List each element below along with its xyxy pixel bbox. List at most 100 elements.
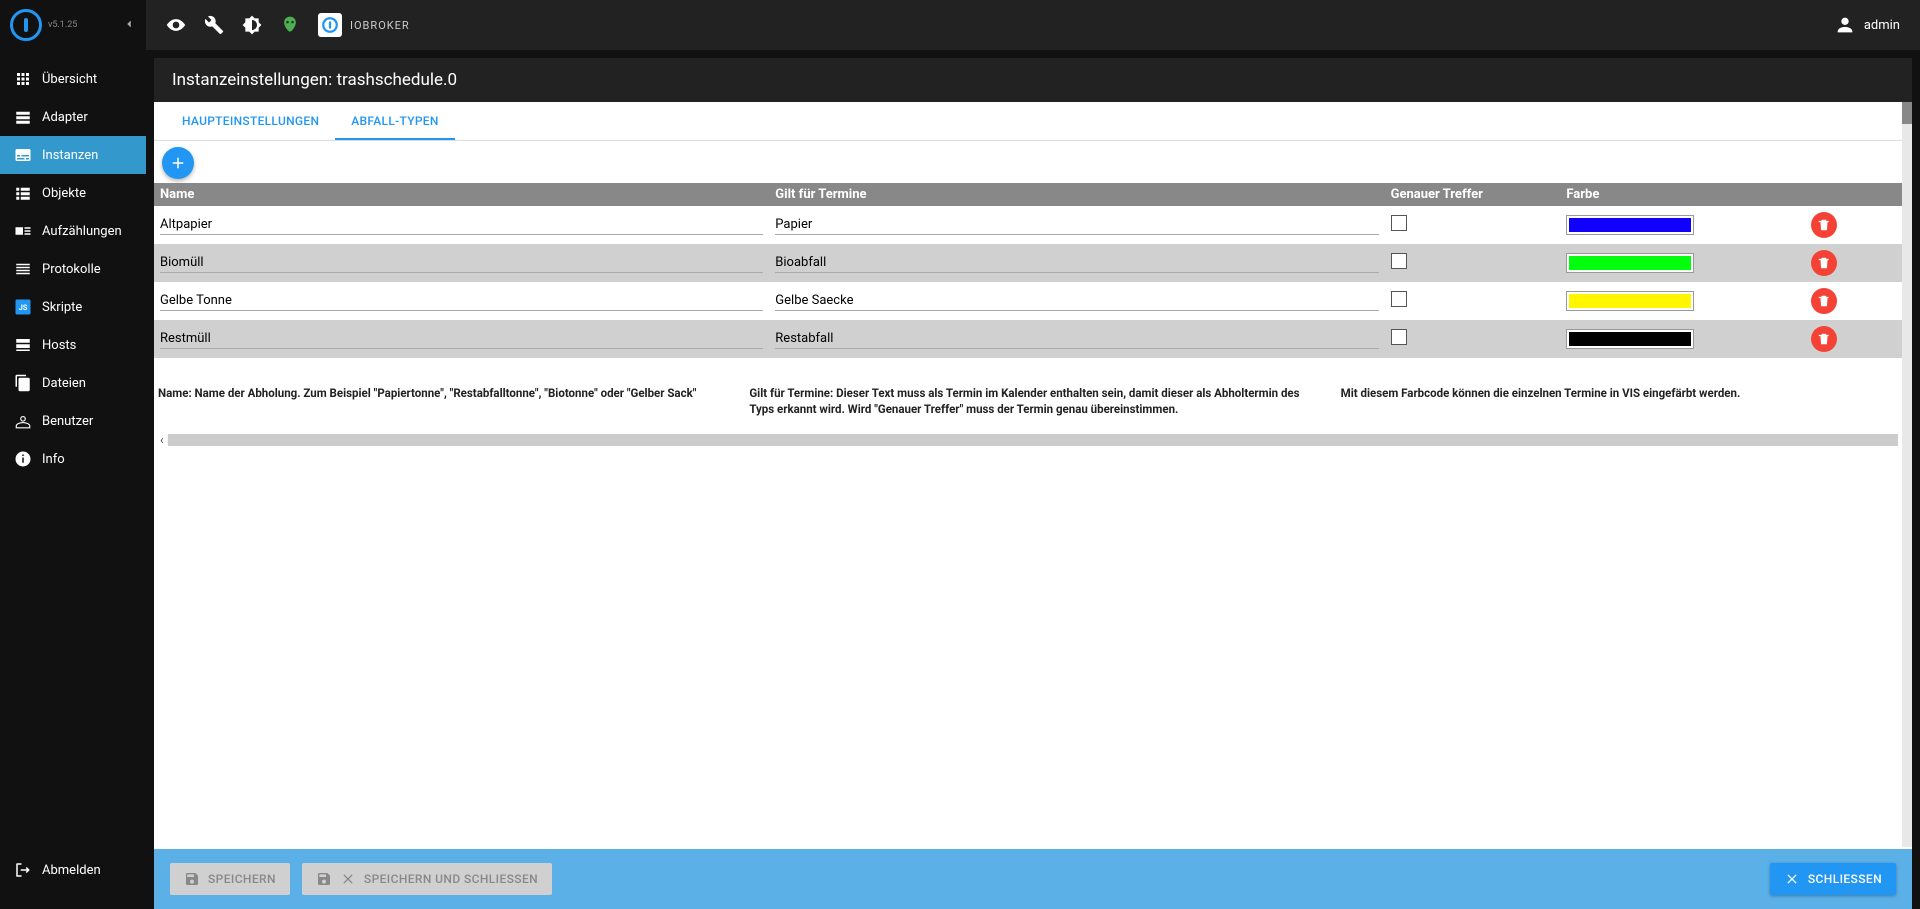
th-actions xyxy=(1736,183,1912,206)
save-close-button[interactable]: SPEICHERN UND SCHLIESSEN xyxy=(302,863,552,895)
scroll-left-icon[interactable]: ‹ xyxy=(156,433,168,447)
tab-trash-types[interactable]: ABFALL-TYPEN xyxy=(335,102,454,140)
scroll-track[interactable] xyxy=(168,434,1899,446)
scroll-thumb[interactable] xyxy=(1902,102,1912,124)
info-icon xyxy=(14,450,32,468)
delete-row-button[interactable] xyxy=(1811,212,1837,238)
nav-item-info[interactable]: Info xyxy=(0,440,146,478)
plus-icon xyxy=(169,154,187,172)
color-picker[interactable] xyxy=(1566,253,1694,273)
color-picker[interactable] xyxy=(1566,291,1694,311)
iobroker-logo[interactable]: IOBROKER xyxy=(318,13,410,37)
sidebar: v5.1.25 Übersicht Adapter Instanzen Obje… xyxy=(0,0,146,909)
th-match: Gilt für Termine xyxy=(769,183,1384,206)
save-button[interactable]: SPEICHERN xyxy=(170,863,290,895)
nav-label: Protokolle xyxy=(42,262,101,277)
match-input[interactable] xyxy=(775,291,1378,311)
close-icon xyxy=(1784,871,1800,887)
nav-label: Dateien xyxy=(42,376,86,391)
delete-row-button[interactable] xyxy=(1811,288,1837,314)
person-icon xyxy=(1834,14,1856,36)
match-input[interactable] xyxy=(775,215,1378,235)
horizontal-scrollbar[interactable]: ‹ › xyxy=(156,433,1910,447)
close-button[interactable]: SCHLIESSEN xyxy=(1770,863,1896,895)
nav-item-files[interactable]: Dateien xyxy=(0,364,146,402)
th-exact: Genauer Treffer xyxy=(1385,183,1561,206)
nav-label: Instanzen xyxy=(42,148,98,163)
exact-checkbox[interactable] xyxy=(1391,291,1407,307)
nav-item-logout[interactable]: Abmelden xyxy=(0,851,146,889)
nav-label: Übersicht xyxy=(42,72,97,87)
nav-item-objects[interactable]: Objekte xyxy=(0,174,146,212)
js-icon: JS xyxy=(14,298,32,316)
nav-item-overview[interactable]: Übersicht xyxy=(0,60,146,98)
exact-checkbox[interactable] xyxy=(1391,253,1407,269)
trash-icon xyxy=(1817,294,1831,308)
build-icon[interactable] xyxy=(204,15,224,35)
name-input[interactable] xyxy=(160,291,763,311)
color-picker[interactable] xyxy=(1566,215,1694,235)
nav-item-instances[interactable]: Instanzen xyxy=(0,136,146,174)
nav-item-enums[interactable]: Aufzählungen xyxy=(0,212,146,250)
user-menu[interactable]: admin xyxy=(1834,14,1900,36)
panel-title: Instanzeinstellungen: trashschedule.0 xyxy=(154,58,1912,102)
exact-checkbox[interactable] xyxy=(1391,215,1407,231)
save-icon xyxy=(316,871,332,887)
nav-label: Hosts xyxy=(42,338,76,353)
trash-icon xyxy=(1817,332,1831,346)
tab-main-settings[interactable]: HAUPTEINSTELLUNGEN xyxy=(166,102,335,140)
storage-icon xyxy=(14,336,32,354)
version-label: v5.1.25 xyxy=(48,20,122,30)
match-input[interactable] xyxy=(775,253,1378,273)
apps-icon xyxy=(14,70,32,88)
brand-label: IOBROKER xyxy=(350,19,410,32)
art-track-icon xyxy=(14,222,32,240)
panel-body: HAUPTEINSTELLUNGEN ABFALL-TYPEN Name Gil… xyxy=(154,102,1912,909)
nav-item-scripts[interactable]: JS Skripte xyxy=(0,288,146,326)
sidebar-header: v5.1.25 xyxy=(0,0,146,50)
brightness-icon[interactable] xyxy=(242,15,262,35)
delete-row-button[interactable] xyxy=(1811,326,1837,352)
view-list-icon xyxy=(14,184,32,202)
th-color: Farbe xyxy=(1560,183,1736,206)
name-input[interactable] xyxy=(160,253,763,273)
person-outline-icon xyxy=(14,412,32,430)
name-input[interactable] xyxy=(160,215,763,235)
table-row xyxy=(154,320,1912,358)
add-row-button[interactable] xyxy=(162,147,194,179)
user-name-label: admin xyxy=(1864,18,1900,33)
nav-item-hosts[interactable]: Hosts xyxy=(0,326,146,364)
close-icon xyxy=(340,871,356,887)
table-row xyxy=(154,282,1912,320)
trash-icon xyxy=(1817,218,1831,232)
vertical-scrollbar[interactable] xyxy=(1902,102,1912,847)
help-color: Mit diesem Farbcode können die einzelnen… xyxy=(1341,386,1908,417)
sidebar-collapse-icon[interactable] xyxy=(122,16,136,35)
exact-checkbox[interactable] xyxy=(1391,329,1407,345)
nav-label: Objekte xyxy=(42,186,86,201)
nav-item-adapter[interactable]: Adapter xyxy=(0,98,146,136)
nav-item-users[interactable]: Benutzer xyxy=(0,402,146,440)
nav-list: Übersicht Adapter Instanzen Objekte Aufz… xyxy=(0,60,146,478)
storage-icon xyxy=(14,108,32,126)
topbar-icons: IOBROKER xyxy=(166,13,410,37)
name-input[interactable] xyxy=(160,329,763,349)
trash-types-table: Name Gilt für Termine Genauer Treffer Fa… xyxy=(154,183,1912,358)
delete-row-button[interactable] xyxy=(1811,250,1837,276)
match-input[interactable] xyxy=(775,329,1378,349)
nav-item-logs[interactable]: Protokolle xyxy=(0,250,146,288)
help-texts: Name: Name der Abholung. Zum Beispiel "P… xyxy=(154,358,1912,429)
table-row xyxy=(154,206,1912,244)
visibility-icon[interactable] xyxy=(166,15,186,35)
list-icon xyxy=(14,260,32,278)
save-icon xyxy=(184,871,200,887)
alien-icon[interactable] xyxy=(280,15,300,35)
table-row xyxy=(154,244,1912,282)
color-picker[interactable] xyxy=(1566,329,1694,349)
footer-bar: SPEICHERN SPEICHERN UND SCHLIESSEN SCHLI… xyxy=(154,849,1912,909)
logo-icon xyxy=(10,9,42,41)
help-match: Gilt für Termine: Dieser Text muss als T… xyxy=(749,386,1316,417)
help-name: Name: Name der Abholung. Zum Beispiel "P… xyxy=(158,386,725,417)
logout-icon xyxy=(14,861,32,879)
th-name: Name xyxy=(154,183,769,206)
